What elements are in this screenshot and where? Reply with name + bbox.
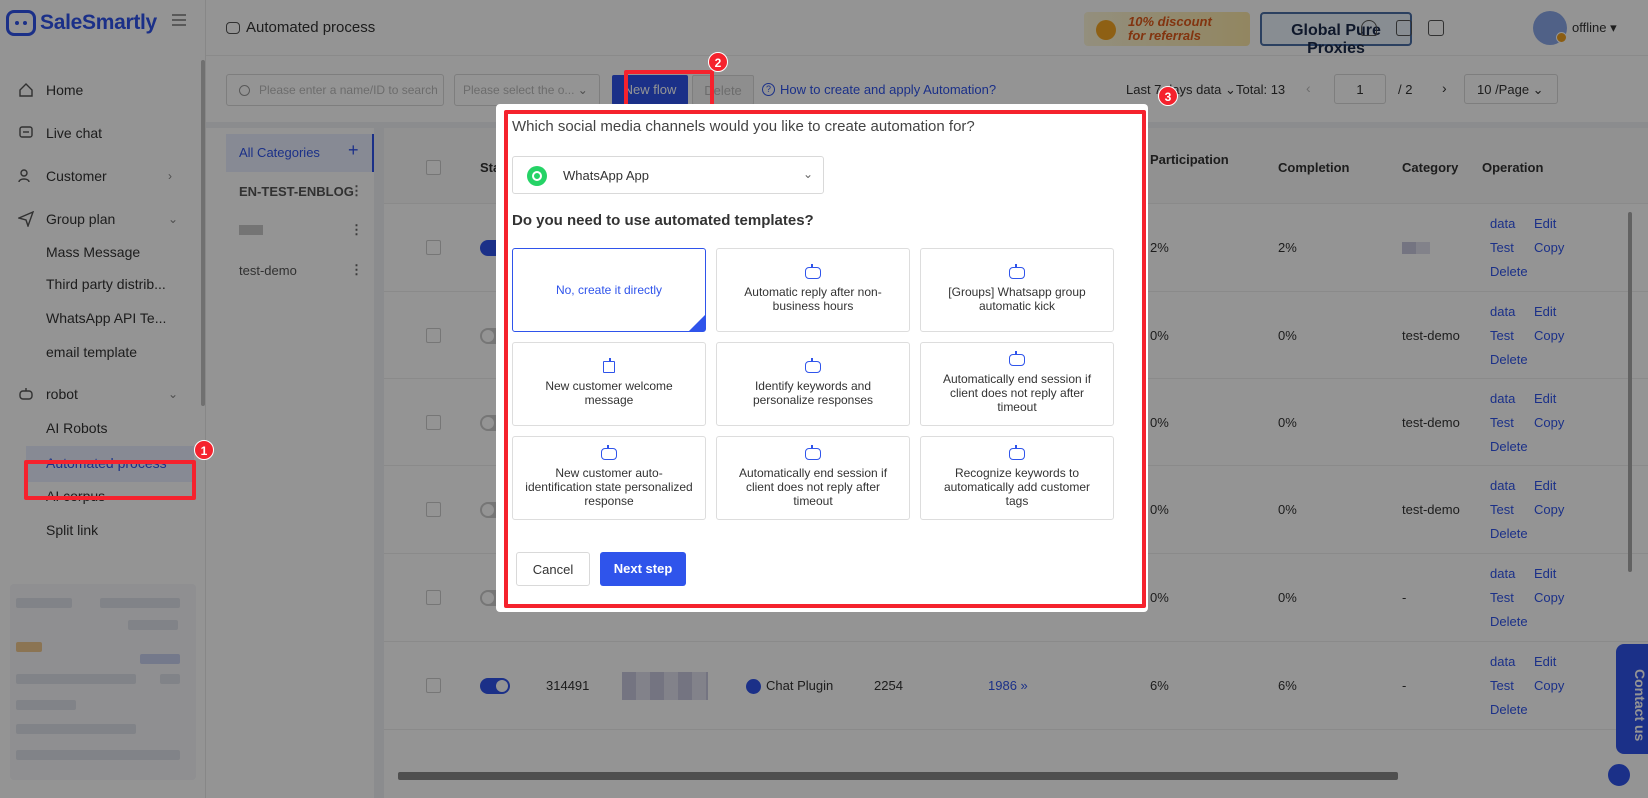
- step-badge-2: 2: [708, 52, 728, 72]
- highlight-automated-process: [24, 460, 196, 500]
- highlight-new-flow: [624, 70, 714, 108]
- highlight-modal: [504, 110, 1146, 608]
- step-badge-1: 1: [194, 440, 214, 460]
- step-badge-3: 3: [1158, 86, 1178, 106]
